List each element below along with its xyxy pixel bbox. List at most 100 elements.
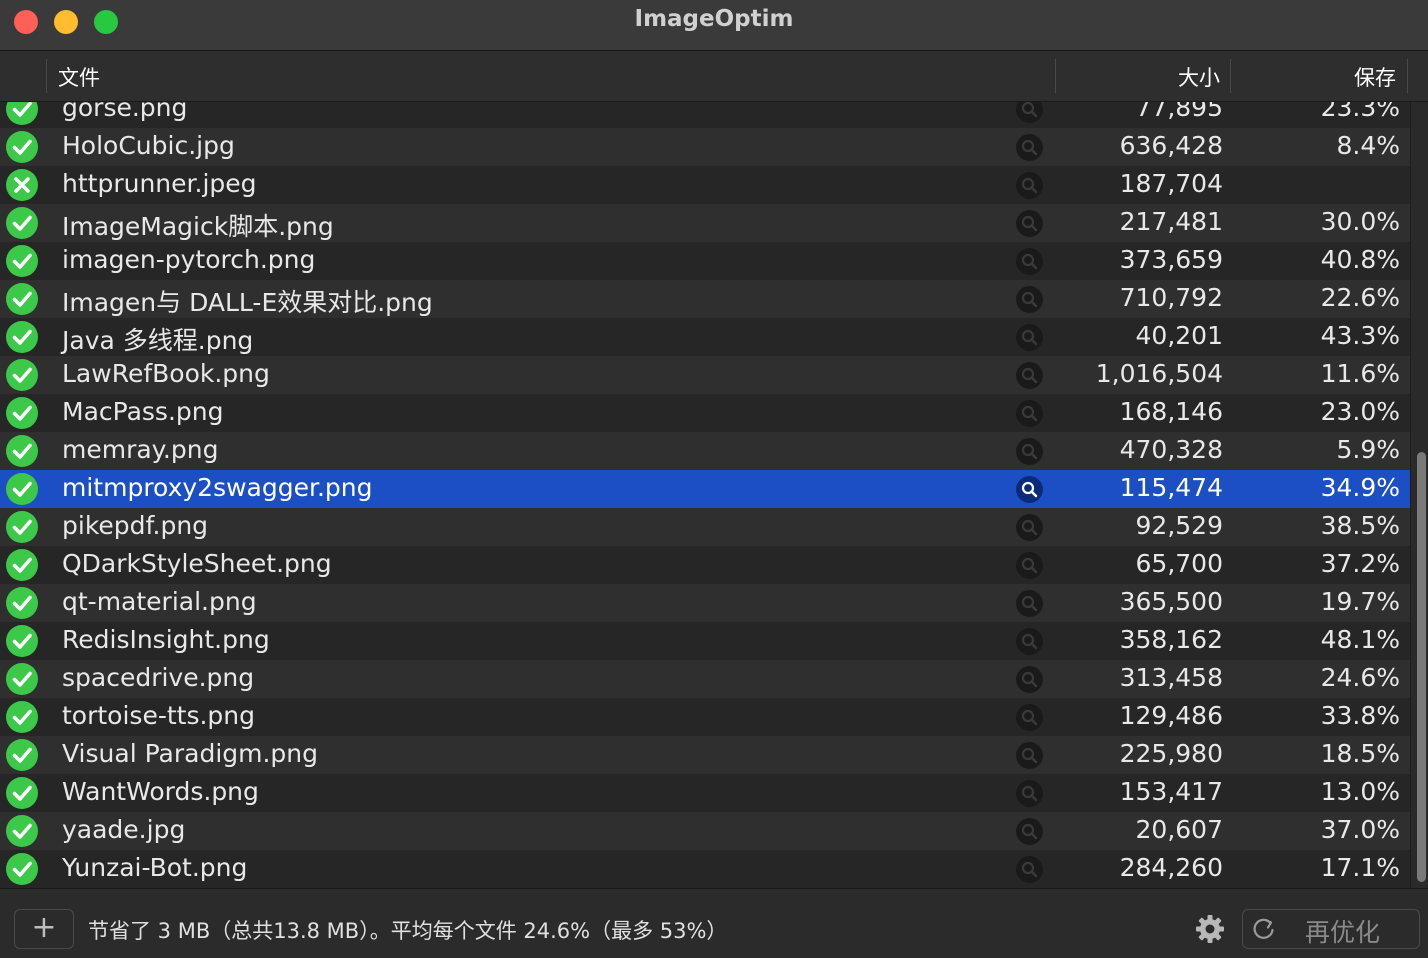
file-name: ImageMagick脚本.png <box>62 212 334 241</box>
checkmark-icon <box>6 102 38 125</box>
table-row[interactable]: pikepdf.png 92,529 38.5% <box>0 508 1410 546</box>
table-row[interactable]: Imagen与 DALL-E效果对比.png 710,792 22.6% <box>0 280 1410 318</box>
column-header-size[interactable]: 大小 <box>1178 62 1220 92</box>
magnifier-icon[interactable] <box>1016 628 1043 655</box>
file-size: 77,895 <box>1135 102 1223 122</box>
magnifier-icon[interactable] <box>1016 400 1043 427</box>
reoptimize-button[interactable]: 再优化 <box>1242 909 1420 949</box>
file-savings: 37.2% <box>1320 549 1400 578</box>
checkmark-icon <box>6 853 38 885</box>
file-table[interactable]: gorse.png 77,895 23.3% HoloCubic.jpg 636,428… <box>0 102 1410 888</box>
file-name: MacPass.png <box>62 397 224 426</box>
table-row[interactable]: httprunner.jpeg 187,704 <box>0 166 1410 204</box>
file-size: 710,792 <box>1119 283 1223 312</box>
table-row[interactable]: imagen-pytorch.png 373,659 40.8% <box>0 242 1410 280</box>
add-files-button[interactable]: + <box>14 909 74 949</box>
magnifier-icon[interactable] <box>1016 324 1043 351</box>
file-size: 358,162 <box>1119 625 1223 654</box>
column-separator <box>1055 59 1056 93</box>
file-name: httprunner.jpeg <box>62 169 257 198</box>
magnifier-icon[interactable] <box>1016 476 1043 503</box>
file-list: gorse.png 77,895 23.3% HoloCubic.jpg 636,428… <box>0 102 1410 888</box>
column-header-file[interactable]: 文件 <box>58 62 100 92</box>
file-size: 470,328 <box>1119 435 1223 464</box>
magnifier-icon[interactable] <box>1016 286 1043 313</box>
vertical-scrollbar[interactable] <box>1410 102 1428 888</box>
checkmark-icon <box>6 473 38 505</box>
file-size: 284,260 <box>1119 853 1223 882</box>
magnifier-icon[interactable] <box>1016 438 1043 465</box>
magnifier-icon[interactable] <box>1016 704 1043 731</box>
title-bar: ImageOptim <box>0 0 1428 51</box>
table-row[interactable]: MacPass.png 168,146 23.0% <box>0 394 1410 432</box>
checkmark-icon <box>6 663 38 695</box>
table-row[interactable]: LawRefBook.png 1,016,504 11.6% <box>0 356 1410 394</box>
file-name: QDarkStyleSheet.png <box>62 549 332 578</box>
file-savings: 40.8% <box>1320 245 1400 274</box>
table-row[interactable]: HoloCubic.jpg 636,428 8.4% <box>0 128 1410 166</box>
checkmark-icon <box>6 207 38 239</box>
table-row[interactable]: yaade.jpg 20,607 37.0% <box>0 812 1410 850</box>
file-savings: 18.5% <box>1320 739 1400 768</box>
table-row[interactable]: spacedrive.png 313,458 24.6% <box>0 660 1410 698</box>
magnifier-icon[interactable] <box>1016 172 1043 199</box>
magnifier-icon[interactable] <box>1016 856 1043 883</box>
file-name: RedisInsight.png <box>62 625 270 654</box>
reoptimize-label: 再优化 <box>1305 918 1381 947</box>
scrollbar-thumb[interactable] <box>1417 452 1426 882</box>
table-row[interactable]: Java 多线程.png 40,201 43.3% <box>0 318 1410 356</box>
checkmark-icon <box>6 359 38 391</box>
magnifier-icon[interactable] <box>1016 666 1043 693</box>
footer-bar: + 节省了 3 MB（总共13.8 MB）。平均每个文件 24.6%（最多 53… <box>0 888 1428 958</box>
table-row[interactable]: QDarkStyleSheet.png 65,700 37.2% <box>0 546 1410 584</box>
savings-summary: 节省了 3 MB（总共13.8 MB）。平均每个文件 24.6%（最多 53%） <box>88 919 728 943</box>
magnifier-icon[interactable] <box>1016 134 1043 161</box>
table-row[interactable]: Yunzai-Bot.png 284,260 17.1% <box>0 850 1410 888</box>
checkmark-icon <box>6 587 38 619</box>
magnifier-icon[interactable] <box>1016 514 1043 541</box>
file-size: 636,428 <box>1119 131 1223 160</box>
gear-icon[interactable] <box>1194 913 1226 945</box>
file-name: spacedrive.png <box>62 663 255 692</box>
table-row[interactable]: qt-material.png 365,500 19.7% <box>0 584 1410 622</box>
file-size: 65,700 <box>1135 549 1223 578</box>
magnifier-icon[interactable] <box>1016 818 1043 845</box>
magnifier-icon[interactable] <box>1016 552 1043 579</box>
magnifier-icon[interactable] <box>1016 780 1043 807</box>
table-row[interactable]: ImageMagick脚本.png 217,481 30.0% <box>0 204 1410 242</box>
magnifier-icon[interactable] <box>1016 102 1043 123</box>
checkmark-icon <box>6 321 38 353</box>
file-size: 129,486 <box>1119 701 1223 730</box>
table-row[interactable]: memray.png 470,328 5.9% <box>0 432 1410 470</box>
table-row[interactable]: Visual Paradigm.png 225,980 18.5% <box>0 736 1410 774</box>
cross-icon <box>6 169 38 201</box>
file-savings: 30.0% <box>1320 207 1400 236</box>
file-name: Java 多线程.png <box>62 326 254 355</box>
table-row[interactable]: mitmproxy2swagger.png 115,474 34.9% <box>0 470 1410 508</box>
table-row[interactable]: tortoise-tts.png 129,486 33.8% <box>0 698 1410 736</box>
column-separator <box>1407 59 1408 93</box>
file-size: 313,458 <box>1119 663 1223 692</box>
file-savings: 38.5% <box>1320 511 1400 540</box>
file-name: yaade.jpg <box>62 815 186 844</box>
checkmark-icon <box>6 131 38 163</box>
column-header-saved[interactable]: 保存 <box>1354 62 1396 92</box>
magnifier-icon[interactable] <box>1016 210 1043 237</box>
file-name: LawRefBook.png <box>62 359 270 388</box>
file-savings: 5.9% <box>1336 435 1400 464</box>
magnifier-icon[interactable] <box>1016 590 1043 617</box>
file-name: imagen-pytorch.png <box>62 245 316 274</box>
magnifier-icon[interactable] <box>1016 362 1043 389</box>
checkmark-icon <box>6 549 38 581</box>
file-savings: 33.8% <box>1320 701 1400 730</box>
file-size: 92,529 <box>1135 511 1223 540</box>
table-row[interactable]: WantWords.png 153,417 13.0% <box>0 774 1410 812</box>
table-row[interactable]: RedisInsight.png 358,162 48.1% <box>0 622 1410 660</box>
file-size: 40,201 <box>1135 321 1223 350</box>
magnifier-icon[interactable] <box>1016 742 1043 769</box>
magnifier-icon[interactable] <box>1016 248 1043 275</box>
checkmark-icon <box>6 397 38 429</box>
table-row[interactable]: gorse.png 77,895 23.3% <box>0 102 1410 128</box>
file-size: 217,481 <box>1119 207 1223 236</box>
file-name: Visual Paradigm.png <box>62 739 319 768</box>
